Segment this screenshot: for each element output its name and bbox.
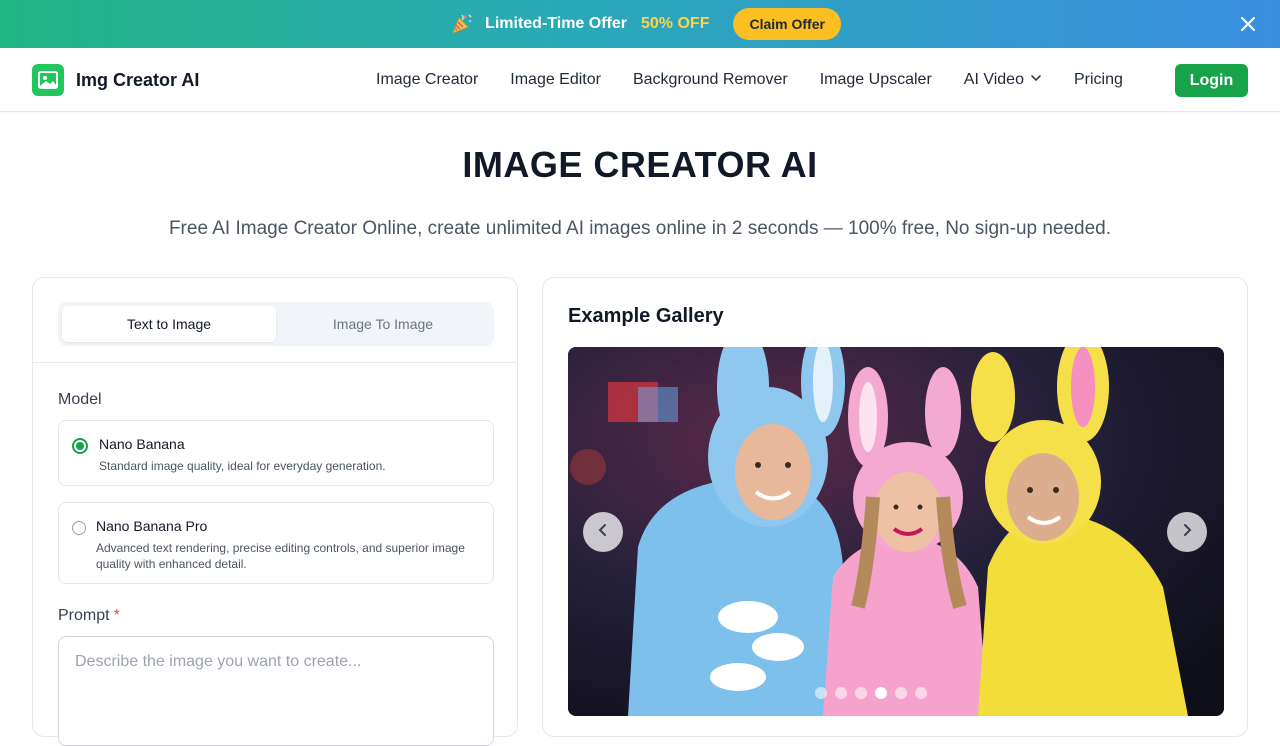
chevron-right-icon [1179, 522, 1195, 543]
carousel-dots [815, 687, 927, 699]
model-option-nano-banana[interactable]: Nano Banana Standard image quality, idea… [58, 420, 494, 486]
promo-banner: Limited-Time Offer 50% OFF Claim Offer [0, 0, 1280, 48]
brand-logo[interactable]: Img Creator AI [32, 64, 199, 96]
tab-image-to-image[interactable]: Image To Image [276, 306, 490, 342]
page-subtitle: Free AI Image Creator Online, create unl… [168, 218, 1112, 239]
nav-image-upscaler[interactable]: Image Upscaler [820, 71, 932, 89]
main-nav: Image Creator Image Editor Background Re… [376, 48, 1155, 112]
required-marker: * [113, 607, 120, 624]
party-popper-icon [449, 11, 475, 37]
tab-text-to-image[interactable]: Text to Image [62, 306, 276, 342]
model-radio-selected[interactable] [72, 438, 88, 454]
carousel-prev-button[interactable] [583, 512, 623, 552]
carousel-dot[interactable] [915, 687, 927, 699]
claim-offer-button[interactable]: Claim Offer [733, 8, 841, 40]
carousel-dot[interactable] [875, 687, 887, 699]
nav-image-creator[interactable]: Image Creator [376, 71, 478, 89]
example-gallery-card: Example Gallery [542, 277, 1248, 737]
carousel-dot[interactable] [855, 687, 867, 699]
mode-tabs: Text to Image Image To Image [58, 302, 494, 346]
generator-form-card: Text to Image Image To Image Model Nano … [32, 277, 518, 746]
gallery-image [568, 347, 1224, 716]
model-option-nano-banana-pro[interactable]: Nano Banana Pro Advanced text rendering,… [58, 502, 494, 584]
nav-ai-video[interactable]: AI Video [964, 71, 1042, 89]
chevron-left-icon [595, 522, 611, 543]
gallery-title: Example Gallery [568, 305, 724, 327]
nav-image-editor[interactable]: Image Editor [510, 71, 601, 89]
nav-pricing[interactable]: Pricing [1074, 71, 1123, 89]
carousel-dot[interactable] [895, 687, 907, 699]
nav-ai-video-label: AI Video [963, 71, 1024, 88]
promo-text: Limited-Time Offer [485, 15, 627, 32]
login-button[interactable]: Login [1175, 64, 1248, 97]
carousel-dot[interactable] [815, 687, 827, 699]
brand-name: Img Creator AI [76, 69, 200, 90]
promo-discount: 50% OFF [641, 15, 710, 32]
prompt-input[interactable] [58, 636, 494, 746]
nav-background-remover[interactable]: Background Remover [633, 71, 788, 89]
model-radio[interactable] [72, 521, 86, 535]
prompt-label-text: Prompt [58, 607, 110, 624]
model-description: Standard image quality, ideal for everyd… [99, 459, 386, 473]
model-description: Advanced text rendering, precise editing… [96, 541, 465, 571]
site-header: Img Creator AI Image Creator Image Edito… [0, 48, 1280, 112]
divider [33, 362, 517, 363]
prompt-label: Prompt * [58, 607, 120, 625]
close-icon[interactable] [1238, 14, 1258, 34]
promo-content: Limited-Time Offer 50% OFF Claim Offer [449, 8, 841, 40]
gallery-photo [568, 347, 1224, 716]
model-title: Nano Banana [99, 436, 185, 452]
model-label: Model [58, 391, 102, 408]
chevron-down-icon [1030, 71, 1042, 89]
carousel-dot[interactable] [835, 687, 847, 699]
model-title: Nano Banana Pro [96, 518, 208, 534]
image-logo-icon [32, 64, 64, 96]
page-title: IMAGE CREATOR AI [462, 144, 818, 185]
carousel-next-button[interactable] [1167, 512, 1207, 552]
